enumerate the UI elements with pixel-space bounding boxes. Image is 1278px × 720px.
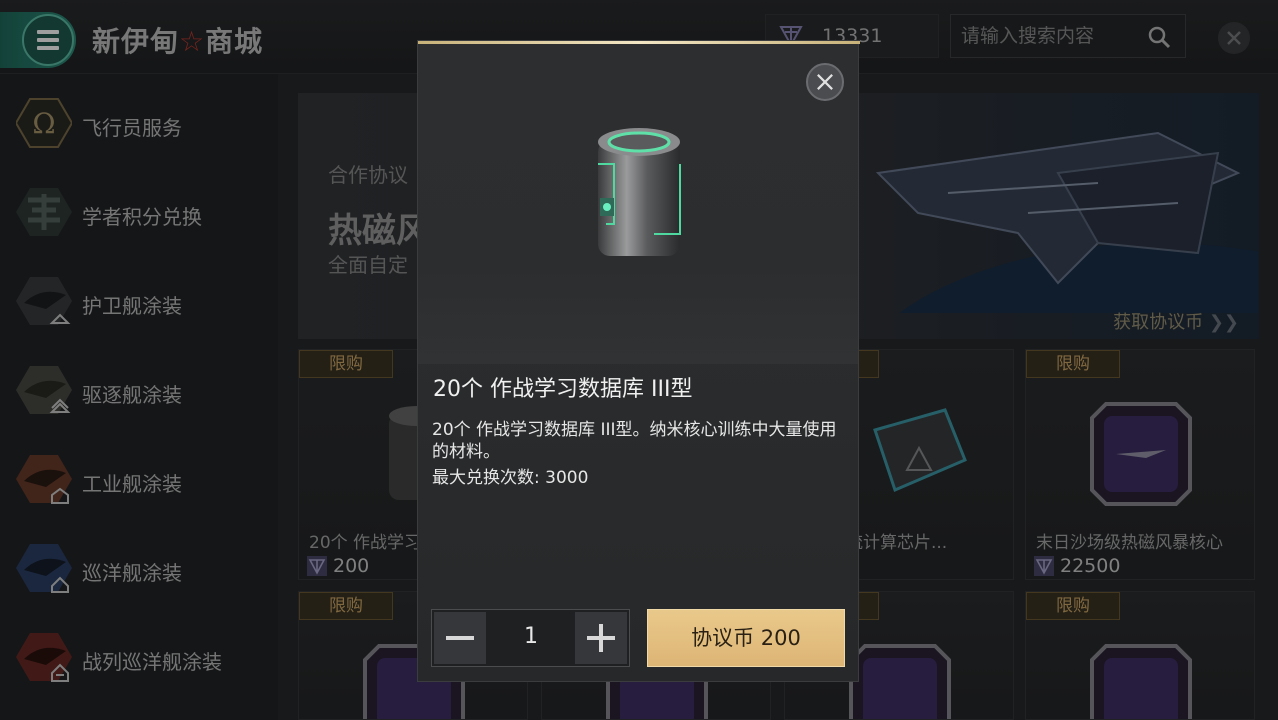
- decrease-button[interactable]: [434, 612, 486, 664]
- data-canister-image: [598, 128, 681, 256]
- exchange-limit: 最大兑换次数: 3000: [432, 468, 589, 488]
- buy-button[interactable]: 协议币 200: [647, 609, 845, 667]
- quantity-stepper: 1: [431, 609, 630, 667]
- item-detail-modal: 20个 作战学习数据库 III型 20个 作战学习数据库 III型。纳米核心训练…: [417, 40, 860, 682]
- quantity-value[interactable]: 1: [492, 624, 570, 649]
- item-preview: [418, 44, 858, 364]
- increase-button[interactable]: [575, 612, 627, 664]
- item-title: 20个 作战学习数据库 III型: [433, 377, 693, 402]
- item-description: 20个 作战学习数据库 III型。纳米核心训练中大量使用的材料。: [432, 420, 837, 462]
- modal-close-icon[interactable]: [806, 63, 844, 101]
